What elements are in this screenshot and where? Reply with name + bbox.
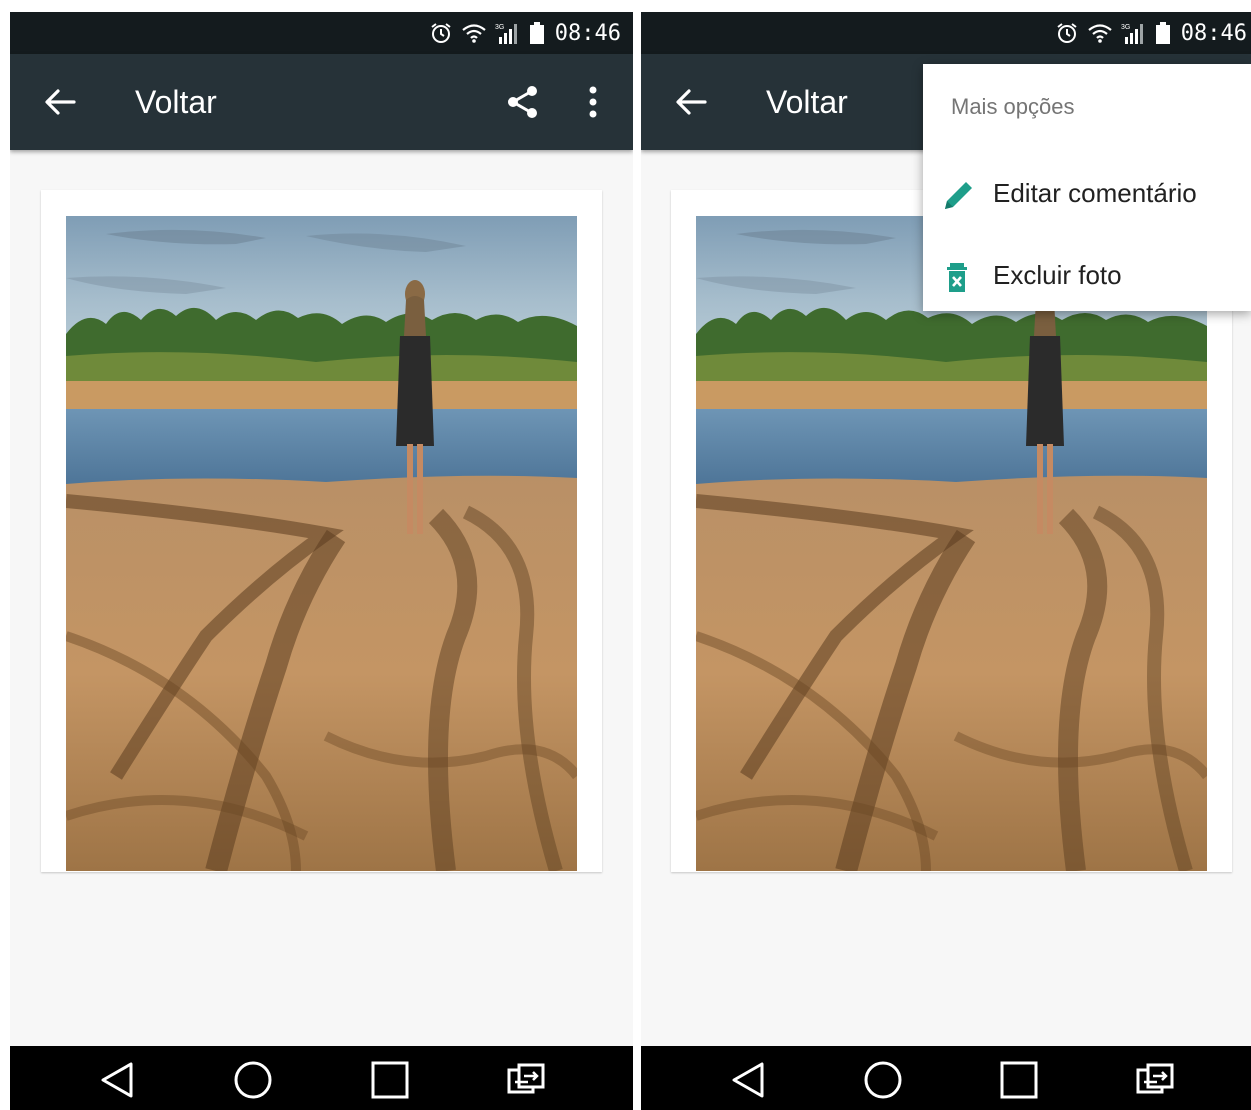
battery-icon	[529, 22, 544, 44]
signal-icon: 3G	[495, 24, 517, 44]
pencil-icon	[945, 182, 972, 209]
back-arrow-icon[interactable]	[40, 82, 80, 122]
photo-image[interactable]	[66, 216, 577, 871]
navigation-bar	[10, 1046, 633, 1110]
app-bar: Voltar	[10, 54, 633, 150]
menu-item-label: Excluir foto	[993, 260, 1122, 290]
nav-back-icon[interactable]	[728, 1060, 768, 1100]
back-arrow-icon[interactable]	[671, 82, 711, 122]
status-bar: 3G 08:46	[641, 12, 1251, 54]
nav-back-icon[interactable]	[97, 1060, 137, 1100]
menu-header: Mais opções	[951, 94, 1075, 119]
phone-screen-left: 3G 08:46 Voltar	[10, 12, 633, 1110]
wifi-icon	[1088, 24, 1112, 43]
menu-item-label: Editar comentário	[993, 178, 1197, 208]
nav-home-icon[interactable]	[863, 1060, 903, 1100]
trash-icon	[947, 263, 967, 292]
phone-screen-right: 3G 08:46 Voltar Mais opções Editar comen…	[641, 12, 1251, 1110]
nav-switch-app-icon[interactable]	[506, 1060, 546, 1100]
wifi-icon	[462, 24, 486, 43]
overflow-menu: Mais opções Editar comentário Excluir fo…	[923, 64, 1251, 311]
status-bar: 3G 08:46	[10, 12, 633, 54]
navigation-bar	[641, 1046, 1251, 1110]
svg-text:3G: 3G	[1121, 24, 1130, 31]
photo-card	[41, 190, 602, 872]
alarm-icon	[1057, 23, 1077, 43]
photo-image[interactable]	[696, 216, 1207, 871]
status-time: 08:46	[1180, 20, 1247, 46]
status-time: 08:46	[554, 20, 621, 46]
more-options-icon[interactable]	[575, 82, 611, 122]
nav-recents-icon[interactable]	[370, 1060, 410, 1100]
share-icon[interactable]	[503, 82, 543, 122]
nav-recents-icon[interactable]	[999, 1060, 1039, 1100]
svg-text:3G: 3G	[495, 24, 504, 31]
nav-switch-app-icon[interactable]	[1135, 1060, 1175, 1100]
alarm-icon	[431, 23, 451, 43]
app-bar-title[interactable]: Voltar	[135, 82, 217, 122]
battery-icon	[1155, 22, 1170, 44]
menu-item-edit-comment[interactable]: Editar comentário	[923, 156, 1251, 230]
app-bar-title[interactable]: Voltar	[766, 82, 848, 122]
menu-item-delete-photo[interactable]: Excluir foto	[923, 238, 1251, 312]
signal-icon: 3G	[1121, 24, 1143, 44]
nav-home-icon[interactable]	[233, 1060, 273, 1100]
